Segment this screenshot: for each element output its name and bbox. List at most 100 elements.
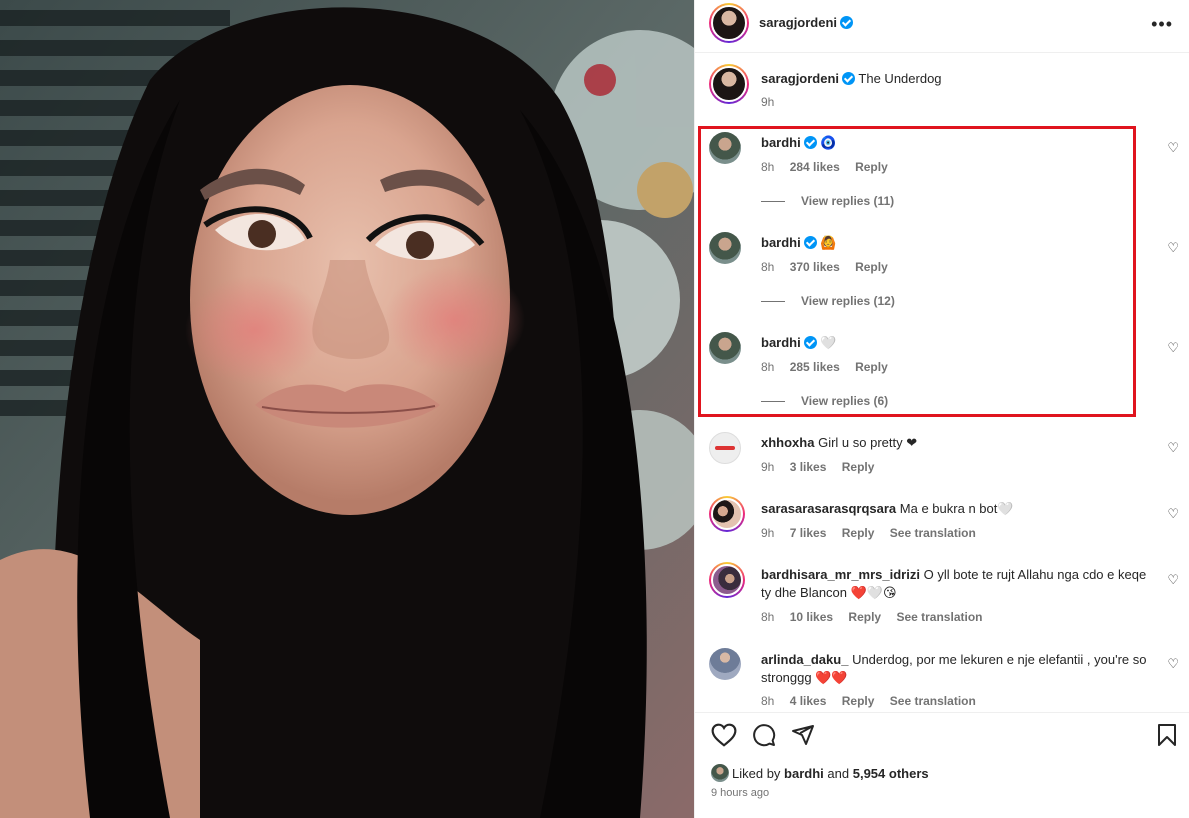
comment-text-wrap: xhhoxha Girl u so pretty ❤ xyxy=(761,434,1161,452)
comment-item: sarasarasarasqrqsara Ma e bukra n bot🤍 9… xyxy=(709,496,1179,546)
comments-panel: saragjordeni ••• saragjordeni The Underd… xyxy=(694,0,1189,818)
comment-time: 9h xyxy=(761,460,775,474)
see-translation-button[interactable]: See translation xyxy=(896,610,982,624)
commenter-avatar[interactable] xyxy=(709,496,745,532)
comment-time: 8h xyxy=(761,360,775,374)
like-heart-icon[interactable] xyxy=(711,723,737,752)
comment-text-wrap: bardhi 🧿 xyxy=(761,134,1161,152)
commenter-avatar[interactable] xyxy=(709,648,741,680)
more-options-icon[interactable]: ••• xyxy=(1151,14,1173,35)
comment-time: 8h xyxy=(761,160,775,174)
comment-text: Girl u so pretty ❤ xyxy=(818,435,918,450)
comment-like-heart-icon[interactable]: ♡ xyxy=(1167,140,1179,156)
post-timestamp: 9 hours ago xyxy=(711,787,770,799)
liked-by-and: and xyxy=(827,766,850,781)
comment-meta: 8h 10 likes Reply See translation xyxy=(761,610,994,624)
commenter-avatar[interactable] xyxy=(709,132,741,164)
comment-likes[interactable]: 284 likes xyxy=(790,160,840,174)
commenter-avatar[interactable] xyxy=(709,562,745,598)
comment-text: 🙆 xyxy=(820,235,837,250)
liked-by-count[interactable]: 5,954 others xyxy=(853,766,929,781)
comment-likes[interactable]: 7 likes xyxy=(790,526,827,540)
comment-meta: 8h 370 likes Reply xyxy=(761,260,900,274)
caption-meta: 9h xyxy=(761,95,786,109)
liked-by-summary: Liked by bardhi and 5,954 others xyxy=(711,764,929,782)
post-header: saragjordeni ••• xyxy=(695,0,1189,53)
liked-by-prefix: Liked by xyxy=(732,766,781,781)
caption-text-wrap: saragjordeni The Underdog xyxy=(761,70,1161,88)
comment-text-wrap: sarasarasarasqrqsara Ma e bukra n bot🤍 xyxy=(761,500,1161,518)
comment-text-wrap: bardhi 🤍 xyxy=(761,334,1161,352)
comment-username[interactable]: bardhisara_mr_mrs_idrizi xyxy=(761,567,920,582)
replies-line xyxy=(761,301,785,303)
commenter-avatar[interactable] xyxy=(709,232,741,264)
liked-by-user[interactable]: bardhi xyxy=(784,766,824,781)
see-translation-button[interactable]: See translation xyxy=(890,694,976,708)
avatar-logo-mark xyxy=(715,446,735,450)
comment-likes[interactable]: 3 likes xyxy=(790,460,827,474)
replies-line xyxy=(761,401,785,403)
view-replies-button[interactable]: View replies (12) xyxy=(761,294,895,308)
reply-button[interactable]: Reply xyxy=(855,260,888,274)
author-avatar[interactable] xyxy=(709,3,749,43)
comment-item: xhhoxha Girl u so pretty ❤ 9h 3 likes Re… xyxy=(709,432,1179,482)
comment-text-wrap: bardhisara_mr_mrs_idrizi O yll bote te r… xyxy=(761,566,1156,602)
comment-item: bardhi 🤍 8h 285 likes Reply View replies… xyxy=(709,332,1179,422)
reply-button[interactable]: Reply xyxy=(842,694,875,708)
save-bookmark-icon[interactable] xyxy=(1157,723,1177,752)
comment-username[interactable]: bardhi xyxy=(761,335,801,350)
comment-likes[interactable]: 4 likes xyxy=(790,694,827,708)
liked-by-avatar[interactable] xyxy=(711,764,729,782)
comment-item: bardhi 🙆 8h 370 likes Reply View replies… xyxy=(709,232,1179,322)
comment-like-heart-icon[interactable]: ♡ xyxy=(1167,340,1179,356)
comment-time: 8h xyxy=(761,260,775,274)
share-send-icon[interactable] xyxy=(791,723,815,752)
verified-badge-icon xyxy=(803,336,817,349)
author-username[interactable]: saragjordeni xyxy=(759,15,837,30)
comment-like-heart-icon[interactable]: ♡ xyxy=(1167,656,1179,672)
comment-meta: 8h 4 likes Reply See translation xyxy=(761,694,988,708)
reply-button[interactable]: Reply xyxy=(842,526,875,540)
comment-time: 8h xyxy=(761,694,775,708)
comment-username[interactable]: bardhi xyxy=(761,135,801,150)
comment-like-heart-icon[interactable]: ♡ xyxy=(1167,440,1179,456)
comment-likes[interactable]: 370 likes xyxy=(790,260,840,274)
comment-username[interactable]: bardhi xyxy=(761,235,801,250)
comment-text-wrap: bardhi 🙆 xyxy=(761,234,1161,252)
comment-item: arlinda_daku_ Underdog, por me lekuren e… xyxy=(709,648,1179,712)
comment-meta: 8h 284 likes Reply xyxy=(761,160,900,174)
selfie-image xyxy=(0,0,694,818)
comment-meta: 8h 285 likes Reply xyxy=(761,360,900,374)
comment-text: 🧿 xyxy=(820,135,837,150)
see-translation-button[interactable]: See translation xyxy=(890,526,976,540)
comment-likes[interactable]: 285 likes xyxy=(790,360,840,374)
comment-bubble-icon[interactable] xyxy=(752,723,776,752)
caption-username[interactable]: saragjordeni xyxy=(761,71,839,86)
caption-author-avatar[interactable] xyxy=(709,64,749,104)
view-replies-button[interactable]: View replies (11) xyxy=(761,194,894,208)
comment-username[interactable]: arlinda_daku_ xyxy=(761,652,848,667)
view-replies-label: View replies (11) xyxy=(801,194,895,208)
comment-like-heart-icon[interactable]: ♡ xyxy=(1167,506,1179,522)
view-replies-label: View replies (12) xyxy=(801,294,895,308)
post-photo[interactable] xyxy=(0,0,694,818)
view-replies-button[interactable]: View replies (6) xyxy=(761,394,888,408)
comment-meta: 9h 3 likes Reply xyxy=(761,460,886,474)
comment-item: bardhi 🧿 8h 284 likes Reply View replies… xyxy=(709,132,1179,222)
caption-time: 9h xyxy=(761,95,775,109)
comment-likes[interactable]: 10 likes xyxy=(790,610,833,624)
comment-username[interactable]: sarasarasarasqrqsara xyxy=(761,501,896,516)
comment-time: 8h xyxy=(761,610,775,624)
post-actions-bar xyxy=(695,712,1189,756)
comment-like-heart-icon[interactable]: ♡ xyxy=(1167,240,1179,256)
reply-button[interactable]: Reply xyxy=(855,360,888,374)
reply-button[interactable]: Reply xyxy=(842,460,875,474)
caption-text: The Underdog xyxy=(858,71,942,86)
comment-item: bardhisara_mr_mrs_idrizi O yll bote te r… xyxy=(709,562,1179,632)
commenter-avatar[interactable] xyxy=(709,432,741,464)
comment-username[interactable]: xhhoxha xyxy=(761,435,814,450)
commenter-avatar[interactable] xyxy=(709,332,741,364)
reply-button[interactable]: Reply xyxy=(855,160,888,174)
reply-button[interactable]: Reply xyxy=(848,610,881,624)
comment-like-heart-icon[interactable]: ♡ xyxy=(1167,572,1179,588)
